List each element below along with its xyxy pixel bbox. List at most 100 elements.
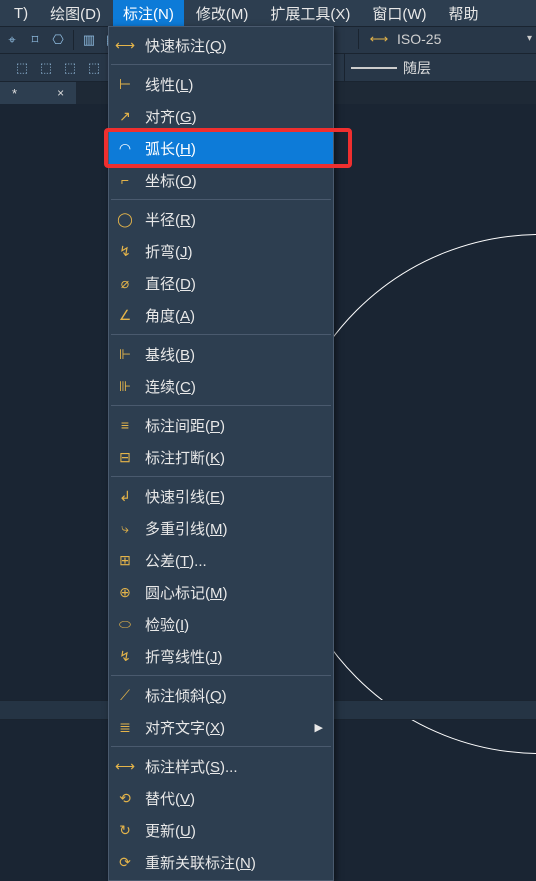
menu-item-label: 标注打断(K) xyxy=(145,447,325,468)
jogged-dim-icon: ↯ xyxy=(115,241,135,261)
menu-item-linear-dim-icon[interactable]: ⊢线性(L) xyxy=(109,68,333,100)
reassoc-icon: ⟳ xyxy=(115,852,135,872)
menu-item-diameter-dim-icon[interactable]: ⌀ 直径(D) xyxy=(109,267,333,299)
menu-item-baseline-dim-icon[interactable]: ⊩ 基线(B) xyxy=(109,338,333,370)
menu-item-label: 多重引线(M) xyxy=(145,518,325,539)
tool-icon-3[interactable]: ⎔ xyxy=(48,30,68,50)
dim-space-icon: ≡ xyxy=(115,415,135,435)
diameter-dim-icon: ⌀ xyxy=(115,273,135,293)
menu-separator xyxy=(111,746,331,747)
layer-icon-3[interactable]: ⬚ xyxy=(60,58,80,78)
menu-extend-tools[interactable]: 扩展工具(X) xyxy=(260,0,360,27)
dimstyle-icon: ⟷ xyxy=(367,30,391,48)
menu-item-reassoc-icon[interactable]: ⟳重新关联标注(N) xyxy=(109,846,333,878)
menu-item-mleader-icon[interactable]: ⤷ 多重引线(M) xyxy=(109,512,333,544)
menu-item-ordinate-dim-icon[interactable]: ⌐坐标(O) xyxy=(109,164,333,196)
angular-dim-icon: ∠ xyxy=(115,305,135,325)
baseline-dim-icon: ⊩ xyxy=(115,344,135,364)
menu-item-label: 基线(B) xyxy=(145,344,325,365)
menu-item-dim-style-icon[interactable]: ⟷ 标注样式(S)... xyxy=(109,750,333,782)
menu-separator xyxy=(111,476,331,477)
tool-icon-1[interactable]: ⌖ xyxy=(2,30,22,50)
layer-icon-1[interactable]: ⬚ xyxy=(12,58,32,78)
dim-break-icon: ⊟ xyxy=(115,447,135,467)
menu-item-label: 直径(D) xyxy=(145,273,325,294)
menu-item-label: 标注倾斜(Q) xyxy=(145,685,325,706)
toolbar-divider xyxy=(358,29,359,49)
menu-item-label: 更新(U) xyxy=(145,820,325,841)
menu-item-dim-break-icon[interactable]: ⊟ 标注打断(K) xyxy=(109,441,333,473)
menu-dimension[interactable]: 标注(N) xyxy=(113,0,184,27)
tab-close-button[interactable]: × xyxy=(57,86,64,100)
menu-item-label: 圆心标记(M) xyxy=(145,582,325,603)
document-tab[interactable]: * × xyxy=(0,82,76,104)
menu-item-label: 折弯线性(J) xyxy=(145,646,325,667)
update-icon: ↻ xyxy=(115,820,135,840)
menu-item-inspect-icon[interactable]: ⬭检验(I) xyxy=(109,608,333,640)
menu-item-quick-dim-icon[interactable]: ⟷快速标注(Q) xyxy=(109,29,333,61)
toolbar-divider xyxy=(73,30,74,50)
menu-separator xyxy=(111,64,331,65)
menu-item-tolerance-icon[interactable]: ⊞公差(T)... xyxy=(109,544,333,576)
layer-icon-4[interactable]: ⬚ xyxy=(84,58,104,78)
menu-item-aligned-dim-icon[interactable]: ↗ 对齐(G) xyxy=(109,100,333,132)
menu-item-oblique-icon[interactable]: ⟋ 标注倾斜(Q) xyxy=(109,679,333,711)
layer-icon-2[interactable]: ⬚ xyxy=(36,58,56,78)
menu-item-align-text-icon[interactable]: ≣ 对齐文字(X)▶ xyxy=(109,711,333,743)
menu-item-continue-dim-icon[interactable]: ⊪ 连续(C) xyxy=(109,370,333,402)
top-menubar: T) 绘图(D) 标注(N) 修改(M) 扩展工具(X) 窗口(W) 帮助 xyxy=(0,0,536,26)
menu-item-jogged-linear-icon[interactable]: ↯折弯线性(J) xyxy=(109,640,333,672)
menu-draw[interactable]: 绘图(D) xyxy=(40,0,111,27)
continue-dim-icon: ⊪ xyxy=(115,376,135,396)
menu-item-label: 折弯(J) xyxy=(145,241,325,262)
menu-item-center-mark-icon[interactable]: ⊕圆心标记(M) xyxy=(109,576,333,608)
menu-item-label: 角度(A) xyxy=(145,305,325,326)
menu-separator xyxy=(111,405,331,406)
menu-item-override-icon[interactable]: ⟲ 替代(V) xyxy=(109,782,333,814)
oblique-icon: ⟋ xyxy=(115,685,135,705)
linetype-value: 随层 xyxy=(403,58,431,78)
linetype-selector[interactable]: 随层 xyxy=(344,54,431,82)
linetype-preview xyxy=(351,67,397,69)
menu-item-quick-leader-icon[interactable]: ↲快速引线(E) xyxy=(109,480,333,512)
menu-item-label: 快速引线(E) xyxy=(145,486,325,507)
dimstyle-selector[interactable]: ⟷ ISO-25 xyxy=(356,29,441,49)
menu-t[interactable]: T) xyxy=(4,2,38,25)
menu-item-angular-dim-icon[interactable]: ∠ 角度(A) xyxy=(109,299,333,331)
menu-item-radius-dim-icon[interactable]: ◯ 半径(R) xyxy=(109,203,333,235)
tool-icon-4[interactable]: ▥ xyxy=(79,30,99,50)
menu-item-label: 对齐(G) xyxy=(145,106,325,127)
submenu-arrow-icon: ▶ xyxy=(315,721,323,734)
menu-item-dim-space-icon[interactable]: ≡ 标注间距(P) xyxy=(109,409,333,441)
linear-dim-icon: ⊢ xyxy=(115,74,135,94)
menu-item-jogged-dim-icon[interactable]: ↯ 折弯(J) xyxy=(109,235,333,267)
menu-separator xyxy=(111,675,331,676)
quick-dim-icon: ⟷ xyxy=(115,35,135,55)
mleader-icon: ⤷ xyxy=(115,518,135,538)
menu-separator xyxy=(111,334,331,335)
radius-dim-icon: ◯ xyxy=(115,209,135,229)
menu-item-label: 替代(V) xyxy=(145,788,325,809)
menu-item-label: 标注间距(P) xyxy=(145,415,325,436)
override-icon: ⟲ xyxy=(115,788,135,808)
menu-help[interactable]: 帮助 xyxy=(438,0,488,27)
dim-style-icon: ⟷ xyxy=(115,756,135,776)
menu-item-label: 连续(C) xyxy=(145,376,325,397)
tolerance-icon: ⊞ xyxy=(115,550,135,570)
menu-item-label: 对齐文字(X) xyxy=(145,717,325,738)
menu-item-arc-length-icon[interactable]: ◠弧长(H) xyxy=(109,132,333,164)
menu-item-label: 弧长(H) xyxy=(145,138,325,159)
menu-separator xyxy=(111,199,331,200)
dimstyle-dropdown-arrow[interactable]: ▾ xyxy=(527,33,532,44)
menu-window[interactable]: 窗口(W) xyxy=(362,0,436,27)
menu-modify[interactable]: 修改(M) xyxy=(186,0,259,27)
align-text-icon: ≣ xyxy=(115,717,135,737)
menu-item-label: 半径(R) xyxy=(145,209,325,230)
aligned-dim-icon: ↗ xyxy=(115,106,135,126)
dimension-dropdown-menu: ⟷快速标注(Q)⊢线性(L)↗对齐(G)◠弧长(H)⌐坐标(O)◯半径(R)↯折… xyxy=(108,26,334,881)
menu-item-update-icon[interactable]: ↻ 更新(U) xyxy=(109,814,333,846)
inspect-icon: ⬭ xyxy=(115,614,135,634)
menu-item-label: 坐标(O) xyxy=(145,170,325,191)
menu-item-label: 标注样式(S)... xyxy=(145,756,325,777)
tool-icon-2[interactable]: ⌑ xyxy=(25,30,45,50)
